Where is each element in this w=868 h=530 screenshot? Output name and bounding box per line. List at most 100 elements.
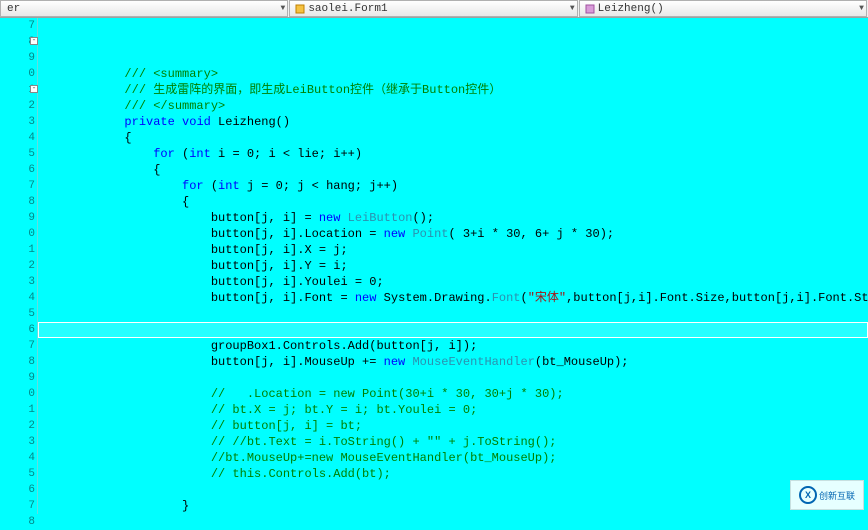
line-number: 0 bbox=[0, 66, 35, 82]
code-token: int bbox=[189, 147, 211, 161]
line-number: 7 bbox=[0, 18, 35, 34]
code-token: (); bbox=[412, 211, 434, 225]
code-token: ( bbox=[175, 147, 189, 161]
line-number: 5 bbox=[0, 306, 35, 322]
code-editor[interactable]: /// <summary> /// 生成雷阵的界面，即生成LeiButton控件… bbox=[38, 18, 868, 514]
line-number: 3 bbox=[0, 274, 35, 290]
code-token: j = 0; j < hang; j++) bbox=[240, 179, 398, 193]
line-number: 3 bbox=[0, 114, 35, 130]
code-token: } bbox=[182, 499, 189, 513]
code-line[interactable]: /// <summary> bbox=[38, 66, 868, 82]
code-token: ( bbox=[521, 291, 528, 305]
watermark-logo: X 创新互联 bbox=[790, 480, 864, 510]
code-token: //bt.MouseUp+=new MouseEventHandler(bt_M… bbox=[211, 451, 557, 465]
line-number: 6 bbox=[0, 322, 35, 338]
code-line[interactable]: for (int i = 0; i < lie; i++) bbox=[38, 146, 868, 162]
code-line[interactable] bbox=[38, 322, 868, 338]
code-token: button[j, i].Font = bbox=[211, 291, 355, 305]
code-line[interactable]: { bbox=[38, 194, 868, 210]
code-line[interactable]: // button[j, i] = bt; bbox=[38, 418, 868, 434]
code-line[interactable]: button[j, i].Youlei = 0; bbox=[38, 274, 868, 290]
code-token bbox=[340, 211, 347, 225]
code-line[interactable]: button[j, i].Location = new Point( 3+i *… bbox=[38, 226, 868, 242]
line-number: 5 bbox=[0, 146, 35, 162]
code-token: groupBox1.Controls.Add(button[j, i]); bbox=[211, 339, 477, 353]
chevron-down-icon: ▼ bbox=[281, 4, 286, 13]
line-number: 7 bbox=[0, 338, 35, 354]
line-number: 9 bbox=[0, 50, 35, 66]
line-number: 3 bbox=[0, 434, 35, 450]
code-line[interactable]: } bbox=[38, 498, 868, 514]
class-dropdown[interactable]: saolei.Form1 ▼ bbox=[289, 0, 577, 17]
line-number: 8- bbox=[0, 34, 35, 50]
editor-main: 78-901-234567890123456789012345678 /// <… bbox=[0, 18, 868, 514]
code-line[interactable] bbox=[38, 306, 868, 322]
code-line[interactable]: for (int j = 0; j < hang; j++) bbox=[38, 178, 868, 194]
code-token: { bbox=[124, 131, 131, 145]
code-token: void bbox=[182, 115, 211, 129]
line-number: 0 bbox=[0, 386, 35, 402]
line-number: 4 bbox=[0, 130, 35, 146]
code-token: private bbox=[124, 115, 174, 129]
code-token: int bbox=[218, 179, 240, 193]
code-token: new bbox=[355, 291, 377, 305]
code-line[interactable]: button[j, i].Y = i; bbox=[38, 258, 868, 274]
code-token: new bbox=[319, 211, 341, 225]
code-token: button[j, i].Youlei = 0; bbox=[211, 275, 384, 289]
code-line[interactable]: { bbox=[38, 130, 868, 146]
code-line[interactable]: // //bt.Text = i.ToString() + "" + j.ToS… bbox=[38, 434, 868, 450]
scope-label: er bbox=[7, 3, 281, 15]
code-line[interactable]: button[j, i].Font = new System.Drawing.F… bbox=[38, 290, 868, 306]
line-number: 0 bbox=[0, 226, 35, 242]
code-line[interactable]: // .Location = new Point(30+i * 30, 30+j… bbox=[38, 386, 868, 402]
code-token: /// <summary> bbox=[124, 67, 218, 81]
code-line[interactable]: button[j, i] = new LeiButton(); bbox=[38, 210, 868, 226]
code-token: ,button[j,i].Font.Size,button[j,i].Font.… bbox=[566, 291, 868, 305]
code-line[interactable]: { bbox=[38, 162, 868, 178]
line-number: 7 bbox=[0, 178, 35, 194]
scope-dropdown[interactable]: er ▼ bbox=[0, 0, 288, 17]
code-line[interactable] bbox=[38, 370, 868, 386]
code-line[interactable]: button[j, i].X = j; bbox=[38, 242, 868, 258]
code-token: new bbox=[384, 355, 406, 369]
code-line[interactable] bbox=[38, 482, 868, 498]
code-line[interactable]: /// </summary> bbox=[38, 98, 868, 114]
member-label: Leizheng() bbox=[598, 3, 860, 15]
code-line[interactable]: // this.Controls.Add(bt); bbox=[38, 466, 868, 482]
line-number: 2 bbox=[0, 258, 35, 274]
line-number: 7 bbox=[0, 498, 35, 514]
code-token: Leizheng() bbox=[211, 115, 290, 129]
code-token: // bt.X = j; bt.Y = i; bt.Youlei = 0; bbox=[211, 403, 477, 417]
line-number-gutter[interactable]: 78-901-234567890123456789012345678 bbox=[0, 18, 38, 514]
code-token: button[j, i].X = j; bbox=[211, 243, 348, 257]
code-line[interactable]: button[j, i].MouseUp += new MouseEventHa… bbox=[38, 354, 868, 370]
line-number: 2 bbox=[0, 418, 35, 434]
line-number: 2 bbox=[0, 98, 35, 114]
line-number: 9 bbox=[0, 210, 35, 226]
line-number: 6 bbox=[0, 162, 35, 178]
member-dropdown[interactable]: Leizheng() ▼ bbox=[579, 0, 867, 17]
code-line[interactable]: groupBox1.Controls.Add(button[j, i]); bbox=[38, 338, 868, 354]
line-number: 5 bbox=[0, 466, 35, 482]
code-token: ( 3+i * 30, 6+ j * 30); bbox=[448, 227, 614, 241]
line-number: 8 bbox=[0, 354, 35, 370]
class-icon bbox=[294, 3, 306, 15]
code-token: // button[j, i] = bt; bbox=[211, 419, 362, 433]
code-line[interactable]: //bt.MouseUp+=new MouseEventHandler(bt_M… bbox=[38, 450, 868, 466]
line-number: 1- bbox=[0, 82, 35, 98]
fold-toggle-icon[interactable]: - bbox=[30, 37, 38, 45]
code-token: "宋体" bbox=[528, 291, 566, 305]
code-token: /// 生成雷阵的界面，即生成LeiButton控件（继承于Button控件） bbox=[124, 83, 501, 97]
code-line[interactable]: private void Leizheng() bbox=[38, 114, 868, 130]
class-label: saolei.Form1 bbox=[308, 3, 570, 15]
method-icon bbox=[584, 3, 596, 15]
fold-toggle-icon[interactable]: - bbox=[30, 85, 38, 93]
line-number: 8 bbox=[0, 194, 35, 210]
code-line[interactable]: // bt.X = j; bt.Y = i; bt.Youlei = 0; bbox=[38, 402, 868, 418]
code-token: button[j, i].MouseUp += bbox=[211, 355, 384, 369]
line-number: 4 bbox=[0, 450, 35, 466]
code-token bbox=[175, 115, 182, 129]
code-token: button[j, i].Y = i; bbox=[211, 259, 348, 273]
code-line[interactable]: /// 生成雷阵的界面，即生成LeiButton控件（继承于Button控件） bbox=[38, 82, 868, 98]
line-number: 8 bbox=[0, 514, 35, 530]
